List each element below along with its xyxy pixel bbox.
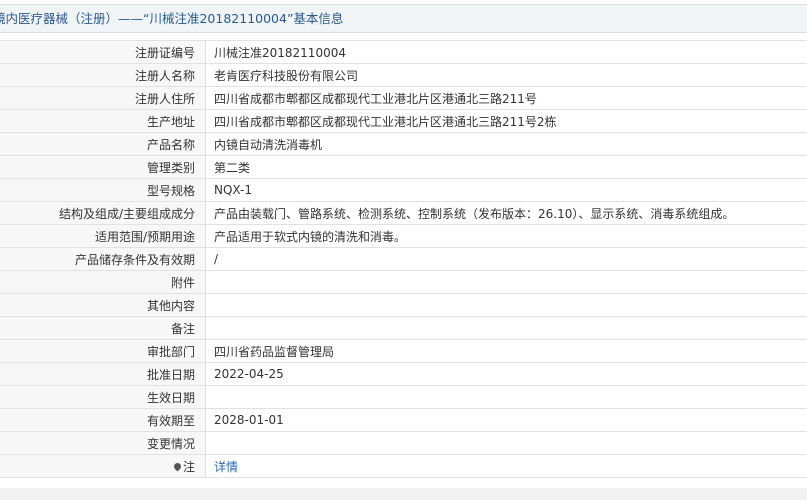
table-row: 管理类别 第二类 bbox=[0, 155, 807, 179]
table-row: 生效日期 bbox=[0, 385, 807, 409]
page-title: 镜内医疗器械（注册）——“川械注准20182110004”基本信息 bbox=[0, 11, 344, 26]
row-value bbox=[205, 316, 807, 340]
row-label: 型号规格 bbox=[0, 178, 206, 202]
note-label: 注 bbox=[182, 459, 195, 474]
table-row: 附件 bbox=[0, 270, 807, 294]
table-row: 生产地址 四川省成都市郫都区成都现代工业港北片区港通北三路211号2栋 bbox=[0, 109, 807, 133]
row-value: 四川省药品监督管理局 bbox=[205, 339, 807, 363]
pin-icon bbox=[172, 461, 183, 471]
row-value: / bbox=[205, 247, 807, 271]
table-row: 备注 bbox=[0, 316, 807, 340]
row-value: 四川省成都市郫都区成都现代工业港北片区港通北三路211号 bbox=[205, 86, 807, 110]
footer-band bbox=[0, 488, 807, 500]
row-value: 川械注准20182110004 bbox=[205, 40, 807, 64]
row-label: 变更情况 bbox=[0, 431, 206, 455]
row-label: 产品储存条件及有效期 bbox=[0, 247, 206, 271]
row-label: 适用范围/预期用途 bbox=[0, 224, 206, 248]
row-value: 2028-01-01 bbox=[205, 408, 807, 432]
row-value: 四川省成都市郫都区成都现代工业港北片区港通北三路211号2栋 bbox=[205, 109, 807, 133]
note-value-cell: 详情 bbox=[205, 454, 807, 478]
row-value: NQX-1 bbox=[205, 178, 807, 202]
table-row: 产品储存条件及有效期 / bbox=[0, 247, 807, 271]
row-value: 第二类 bbox=[205, 155, 807, 179]
note-label-cell: 注 bbox=[0, 454, 206, 478]
row-value bbox=[205, 293, 807, 317]
table-row: 型号规格 NQX-1 bbox=[0, 178, 807, 202]
detail-title-bar: 镜内医疗器械（注册）——“川械注准20182110004”基本信息 bbox=[0, 4, 807, 33]
table-row: 产品名称 内镜自动清洗消毒机 bbox=[0, 132, 807, 156]
row-value bbox=[205, 431, 807, 455]
row-value bbox=[205, 270, 807, 294]
row-label: 附件 bbox=[0, 270, 206, 294]
table-row: 适用范围/预期用途 产品适用于软式内镜的清洗和消毒。 bbox=[0, 224, 807, 248]
row-label: 产品名称 bbox=[0, 132, 206, 156]
row-label: 审批部门 bbox=[0, 339, 206, 363]
info-table-body: 注册证编号 川械注准20182110004 注册人名称 老肯医疗科技股份有限公司 注册人… bbox=[0, 40, 807, 478]
row-label: 注册人住所 bbox=[0, 86, 206, 110]
row-label: 有效期至 bbox=[0, 408, 206, 432]
table-row: 有效期至 2028-01-01 bbox=[0, 408, 807, 432]
row-label: 生产地址 bbox=[0, 109, 206, 133]
row-label: 注册证编号 bbox=[0, 40, 206, 64]
row-label: 管理类别 bbox=[0, 155, 206, 179]
table-row: 注册人住所 四川省成都市郫都区成都现代工业港北片区港通北三路211号 bbox=[0, 86, 807, 110]
row-value: 产品由装载门、管路系统、检测系统、控制系统（发布版本：26.10）、显示系统、消… bbox=[205, 201, 807, 225]
table-row: 审批部门 四川省药品监督管理局 bbox=[0, 339, 807, 363]
row-label: 生效日期 bbox=[0, 385, 206, 409]
row-value: 2022-04-25 bbox=[205, 362, 807, 386]
row-value bbox=[205, 385, 807, 409]
row-value: 产品适用于软式内镜的清洗和消毒。 bbox=[205, 224, 807, 248]
table-row: 其他内容 bbox=[0, 293, 807, 317]
row-label: 其他内容 bbox=[0, 293, 206, 317]
row-label: 批准日期 bbox=[0, 362, 206, 386]
registration-info-table: 注册证编号 川械注准20182110004 注册人名称 老肯医疗科技股份有限公司 注册人… bbox=[0, 40, 807, 478]
table-row: 批准日期 2022-04-25 bbox=[0, 362, 807, 386]
row-value: 老肯医疗科技股份有限公司 bbox=[205, 63, 807, 87]
row-label: 结构及组成/主要组成成分 bbox=[0, 201, 206, 225]
page: 镜内医疗器械（注册）——“川械注准20182110004”基本信息 注册证编号川… bbox=[0, 0, 807, 500]
table-row-note: 注 详情 bbox=[0, 454, 807, 478]
table-row: 注册人名称 老肯医疗科技股份有限公司 bbox=[0, 63, 807, 87]
details-link[interactable]: 详情 bbox=[214, 460, 238, 474]
table-row: 结构及组成/主要组成成分 产品由装载门、管路系统、检测系统、控制系统（发布版本：2… bbox=[0, 201, 807, 225]
row-label: 注册人名称 bbox=[0, 63, 206, 87]
row-label: 备注 bbox=[0, 316, 206, 340]
table-row: 注册证编号 川械注准20182110004 bbox=[0, 40, 807, 64]
table-row: 变更情况 bbox=[0, 431, 807, 455]
row-value: 内镜自动清洗消毒机 bbox=[205, 132, 807, 156]
